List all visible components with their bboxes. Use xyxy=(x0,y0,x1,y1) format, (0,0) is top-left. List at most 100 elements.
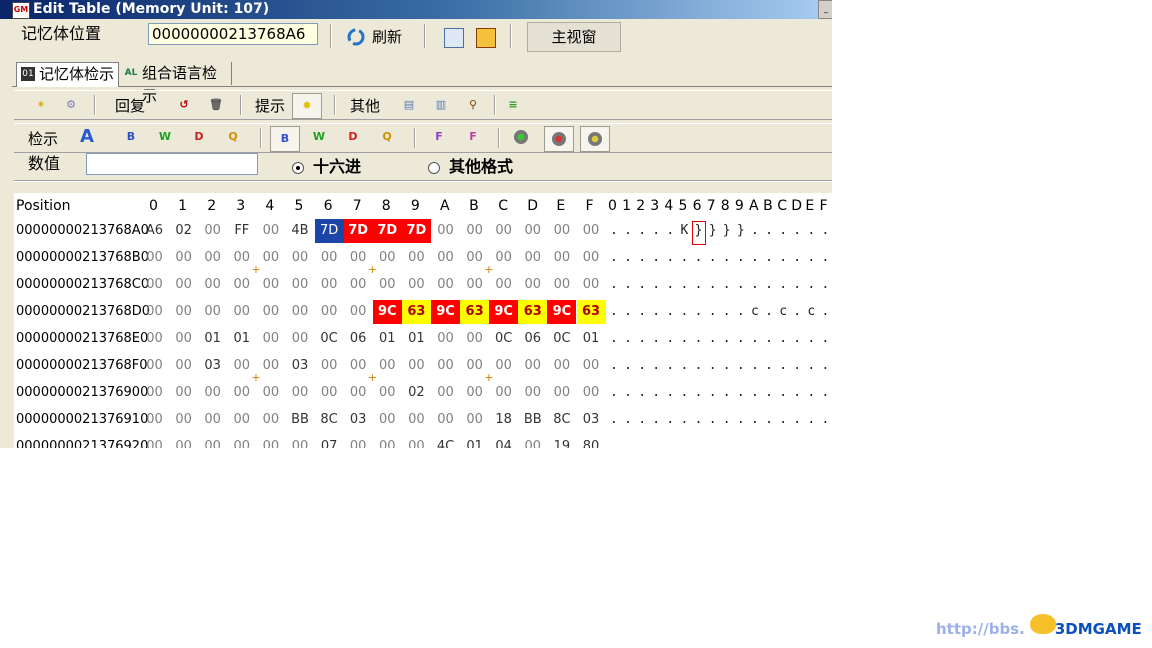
document-icon[interactable]: ▤ xyxy=(400,96,418,114)
hex-byte[interactable]: 00 xyxy=(286,300,315,324)
hex-byte[interactable]: 18 xyxy=(489,408,518,432)
hex-byte[interactable]: 00 xyxy=(227,273,256,297)
hex-byte[interactable]: 4C xyxy=(431,435,460,448)
hex-byte[interactable]: 00 xyxy=(402,354,431,378)
sparkle-icon[interactable]: ✶ xyxy=(32,96,50,114)
hex-byte[interactable]: 00 xyxy=(286,273,315,297)
hex-byte[interactable]: 03 xyxy=(577,408,606,432)
green-light-icon[interactable] xyxy=(514,130,528,144)
hex-byte[interactable]: 63 xyxy=(401,300,431,324)
hex-byte[interactable]: 00 xyxy=(518,354,547,378)
hex-byte[interactable]: 00 xyxy=(402,246,431,270)
hex-byte[interactable]: 00 xyxy=(256,381,285,405)
double-icon[interactable]: F xyxy=(464,128,482,146)
hex-byte[interactable]: 00 xyxy=(547,273,576,297)
hex-option-label[interactable]: 十六进 xyxy=(313,157,361,177)
hex-byte[interactable]: 03 xyxy=(344,408,373,432)
hex-byte[interactable]: 00 xyxy=(256,219,285,243)
hex-byte[interactable]: 00 xyxy=(344,300,373,324)
hex-byte[interactable]: 00 xyxy=(169,435,198,448)
hex-byte[interactable]: 0C xyxy=(547,327,576,351)
lightbulb-icon[interactable]: ✹ xyxy=(292,93,322,119)
font-icon[interactable]: A xyxy=(78,128,96,146)
refresh-label[interactable]: 刷新 xyxy=(372,27,402,47)
hint-button[interactable]: 提示 xyxy=(255,96,285,116)
hex-byte[interactable]: 01 xyxy=(373,327,402,351)
hex-byte[interactable]: 00 xyxy=(518,246,547,270)
hex-byte[interactable]: 19 xyxy=(547,435,576,448)
hex-byte[interactable]: 8C xyxy=(547,408,576,432)
hex-byte[interactable]: 00 xyxy=(227,408,256,432)
hex-byte[interactable]: 8C xyxy=(315,408,344,432)
hex-byte[interactable]: 00 xyxy=(227,381,256,405)
hex-byte[interactable]: 01 xyxy=(460,435,489,448)
hex-byte[interactable]: 00 xyxy=(140,435,169,448)
hex-byte[interactable]: 00 xyxy=(198,246,227,270)
hex-byte[interactable]: 00 xyxy=(227,435,256,448)
hex-byte[interactable]: 00 xyxy=(256,354,285,378)
hex-byte[interactable]: 00 xyxy=(256,435,285,448)
hex-byte[interactable]: BB xyxy=(286,408,315,432)
hex-byte[interactable]: 9C xyxy=(547,300,577,324)
hex-byte[interactable]: 00 xyxy=(547,219,576,243)
hex-byte[interactable]: 00 xyxy=(373,354,402,378)
hex-byte[interactable]: 00 xyxy=(518,273,547,297)
hex-byte[interactable]: 00 xyxy=(286,381,315,405)
hex-byte[interactable]: 7D xyxy=(343,219,373,243)
dword-dec-icon[interactable]: D xyxy=(190,128,208,146)
hex-byte[interactable]: 00 xyxy=(256,273,285,297)
hex-byte[interactable]: 00 xyxy=(198,273,227,297)
hex-byte[interactable]: 00 xyxy=(431,246,460,270)
hex-byte[interactable]: 00 xyxy=(140,381,169,405)
hex-byte[interactable]: 00 xyxy=(140,354,169,378)
hex-byte[interactable]: 07 xyxy=(315,435,344,448)
yellow-light-button[interactable] xyxy=(580,126,610,152)
hex-byte[interactable]: 00 xyxy=(460,219,489,243)
hex-byte[interactable]: 00 xyxy=(198,381,227,405)
hex-byte[interactable]: 0C xyxy=(315,327,344,351)
hex-byte[interactable]: 7D xyxy=(372,219,402,243)
hex-byte[interactable]: 01 xyxy=(227,327,256,351)
hex-byte[interactable]: 00 xyxy=(286,327,315,351)
hex-byte[interactable]: 9C xyxy=(431,300,460,324)
hex-byte[interactable]: 00 xyxy=(140,273,169,297)
hex-byte[interactable]: 00 xyxy=(315,381,344,405)
other-format-label[interactable]: 其他格式 xyxy=(449,157,513,177)
hex-byte[interactable]: 00 xyxy=(169,408,198,432)
hex-byte[interactable]: 00 xyxy=(402,435,431,448)
hex-byte[interactable]: 00 xyxy=(344,381,373,405)
hex-byte[interactable]: 00 xyxy=(577,354,606,378)
hex-byte[interactable]: 80 xyxy=(577,435,606,448)
hex-byte[interactable]: 00 xyxy=(402,273,431,297)
minimize-icon[interactable]: _ xyxy=(818,0,832,19)
dword-hex-icon[interactable]: D xyxy=(344,128,362,146)
hex-byte[interactable]: 00 xyxy=(140,246,169,270)
trash-icon[interactable]: 🗑 xyxy=(207,96,225,114)
hex-byte[interactable]: 00 xyxy=(315,354,344,378)
hex-byte[interactable]: 04 xyxy=(489,435,518,448)
hex-byte[interactable]: 00 xyxy=(460,381,489,405)
float-icon[interactable]: F xyxy=(430,128,448,146)
hex-byte[interactable]: FF xyxy=(227,219,256,243)
hex-byte[interactable]: 00 xyxy=(227,300,256,324)
hex-byte[interactable]: 00 xyxy=(431,381,460,405)
hex-byte[interactable]: 00 xyxy=(169,327,198,351)
hex-byte[interactable]: 00 xyxy=(489,381,518,405)
hex-byte[interactable]: 00 xyxy=(460,327,489,351)
hex-byte[interactable]: 9C xyxy=(489,300,519,324)
hex-byte[interactable]: 00 xyxy=(431,408,460,432)
hex-byte[interactable]: 00 xyxy=(315,300,344,324)
byte-hex-icon[interactable]: B xyxy=(270,126,300,152)
hex-byte[interactable]: 00 xyxy=(373,273,402,297)
hex-byte[interactable]: 00 xyxy=(547,381,576,405)
hex-byte[interactable]: 63 xyxy=(460,300,490,324)
hex-byte[interactable]: 00 xyxy=(198,219,227,243)
hex-byte[interactable]: 00 xyxy=(577,273,606,297)
hex-byte[interactable]: 00 xyxy=(286,246,315,270)
hex-byte[interactable]: 9C xyxy=(372,300,402,324)
hex-byte[interactable]: 03 xyxy=(198,354,227,378)
hex-byte[interactable]: 00 xyxy=(518,435,547,448)
hex-byte[interactable]: 00 xyxy=(460,408,489,432)
hex-byte[interactable]: 00 xyxy=(431,354,460,378)
hex-radio[interactable] xyxy=(292,162,304,174)
